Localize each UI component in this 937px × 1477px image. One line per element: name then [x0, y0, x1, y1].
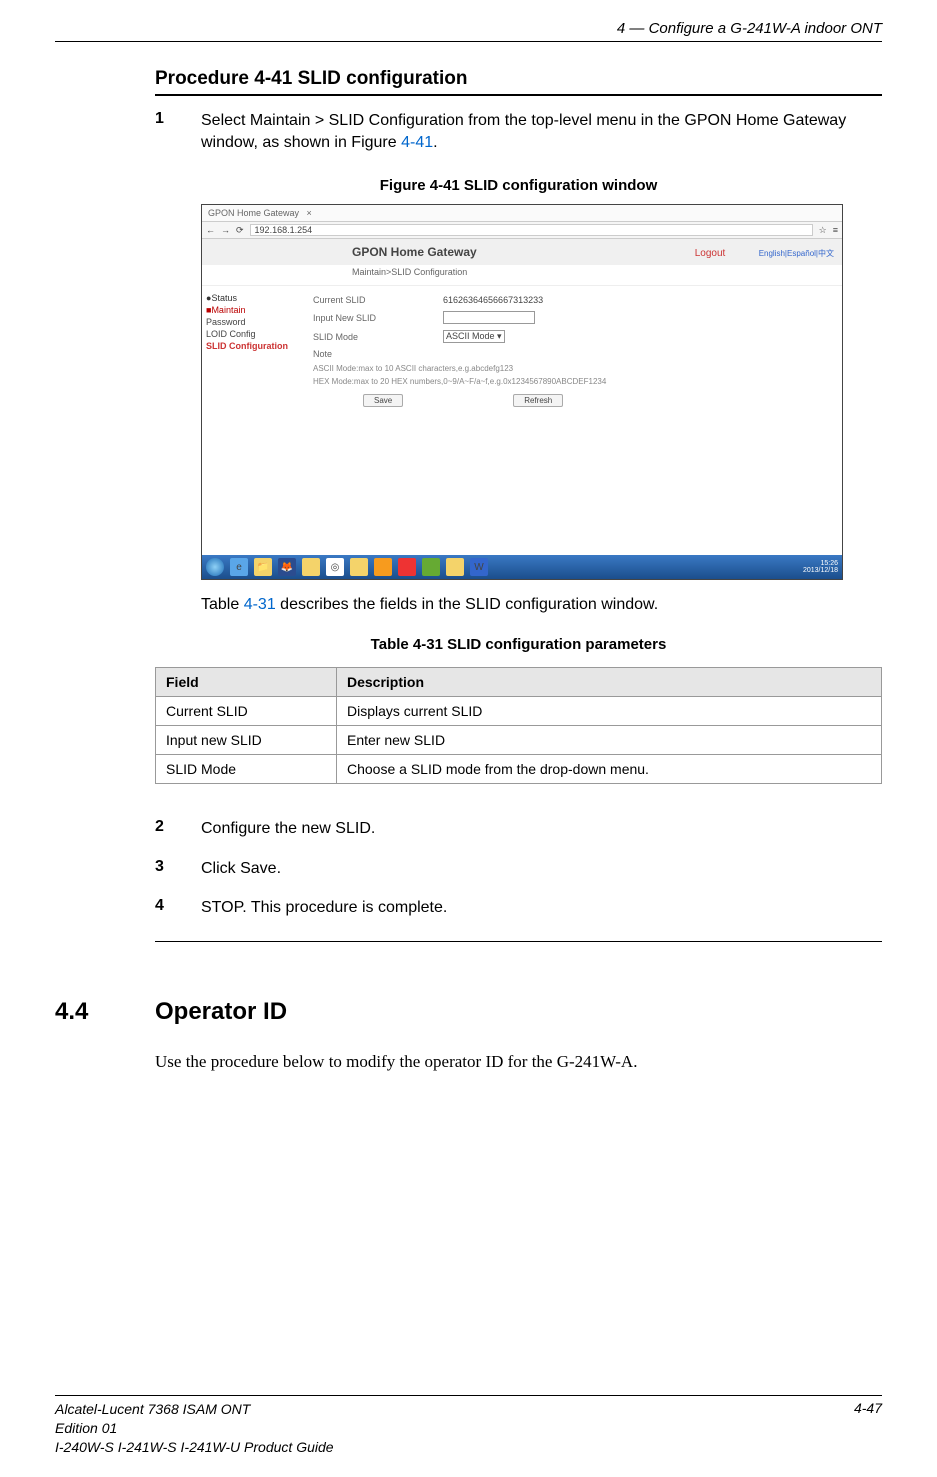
note-label: Note — [313, 349, 443, 359]
table-row: Input new SLID Enter new SLID — [156, 726, 882, 755]
app-banner: GPON Home Gateway Logout English|Español… — [202, 239, 842, 265]
start-icon[interactable] — [206, 558, 224, 576]
slid-mode-label: SLID Mode — [313, 332, 443, 342]
section-title: Operator ID — [155, 998, 287, 1026]
sidebar-item-maintain[interactable]: ■Maintain — [206, 304, 301, 316]
header-rule — [55, 41, 882, 42]
main-panel: Current SLID 61626364656667313233 Input … — [305, 286, 842, 415]
taskbar: e 📁 🦊 ◎ W 15:26 2013/12/18 — [202, 555, 842, 579]
post-figure-text: Table 4-31 describes the fields in the S… — [201, 596, 882, 614]
step-number: 1 — [155, 110, 201, 153]
tab-title: GPON Home Gateway — [208, 208, 299, 218]
chrome-icon[interactable]: ◎ — [326, 558, 344, 576]
app-icon-2[interactable] — [350, 558, 368, 576]
app-icon-6[interactable] — [446, 558, 464, 576]
cell-field: Input new SLID — [156, 726, 337, 755]
save-button-screenshot[interactable]: Save — [363, 394, 403, 407]
nav-back-icon[interactable]: ← — [206, 225, 215, 235]
sidebar-item-password[interactable]: Password — [206, 316, 301, 328]
language-links[interactable]: English|Español|中文 — [759, 249, 834, 258]
app-icon-5[interactable] — [422, 558, 440, 576]
figure-caption: Figure 4-41 SLID configuration window — [155, 177, 882, 194]
step-4: 4 STOP. This procedure is complete. — [155, 897, 882, 919]
table-link[interactable]: 4-31 — [244, 596, 276, 613]
step-number: 4 — [155, 897, 201, 919]
sidebar-item-slid[interactable]: SLID Configuration — [206, 340, 301, 352]
page-number: 4-47 — [854, 1400, 882, 1457]
input-slid-label: Input New SLID — [313, 313, 443, 323]
parameters-table: Field Description Current SLID Displays … — [155, 667, 882, 784]
note-hex: HEX Mode:max to 20 HEX numbers,0~9/A~F/a… — [313, 375, 834, 388]
cell-field: SLID Mode — [156, 755, 337, 784]
browser-address-bar: ← → ⟳ 192.168.1.254 ☆ ≡ — [202, 222, 842, 239]
page-header-right: 4 — Configure a G-241W-A indoor ONT — [55, 20, 882, 41]
firefox-icon[interactable]: 🦊 — [278, 558, 296, 576]
sidebar-item-loid[interactable]: LOID Config — [206, 328, 301, 340]
star-icon[interactable]: ☆ — [819, 225, 827, 236]
slid-mode-select[interactable]: ASCII Mode ▾ — [443, 330, 505, 343]
section-heading: 4.4 Operator ID — [55, 998, 882, 1026]
reload-icon[interactable]: ⟳ — [236, 225, 244, 236]
procedure-rule — [155, 94, 882, 96]
input-slid-field[interactable] — [443, 311, 535, 324]
table-row: SLID Mode Choose a SLID mode from the dr… — [156, 755, 882, 784]
sidebar: ●Status ■Maintain Password LOID Config S… — [202, 286, 305, 415]
cell-field: Current SLID — [156, 697, 337, 726]
table-caption: Table 4-31 SLID configuration parameters — [155, 636, 882, 653]
note-ascii: ASCII Mode:max to 10 ASCII characters,e.… — [313, 362, 834, 375]
refresh-button-screenshot[interactable]: Refresh — [513, 394, 563, 407]
table-row: Current SLID Displays current SLID — [156, 697, 882, 726]
step-2: 2 Configure the new SLID. — [155, 818, 882, 840]
procedure-end-rule — [155, 941, 882, 942]
step-1: 1 Select Maintain > SLID Configuration f… — [155, 110, 882, 153]
footer-line-2: Edition 01 — [55, 1419, 334, 1438]
figure-link[interactable]: 4-41 — [401, 134, 433, 151]
cell-desc: Choose a SLID mode from the drop-down me… — [337, 755, 882, 784]
current-slid-label: Current SLID — [313, 295, 443, 305]
app-icon-1[interactable] — [302, 558, 320, 576]
breadcrumb: Maintain>SLID Configuration — [202, 265, 842, 286]
logout-link[interactable]: Logout — [695, 248, 726, 259]
browser-tab: GPON Home Gateway × — [202, 205, 842, 222]
step-body: Configure the new SLID. — [201, 818, 882, 840]
figure-screenshot: GPON Home Gateway × ← → ⟳ 192.168.1.254 … — [201, 204, 843, 580]
word-icon[interactable]: W — [470, 558, 488, 576]
page-footer: Alcatel-Lucent 7368 ISAM ONT Edition 01 … — [55, 1395, 882, 1457]
current-slid-value: 61626364656667313233 — [443, 295, 543, 305]
step-body: STOP. This procedure is complete. — [201, 897, 882, 919]
explorer-icon[interactable]: 📁 — [254, 558, 272, 576]
step-number: 2 — [155, 818, 201, 840]
app-icon-4[interactable] — [398, 558, 416, 576]
step-1-text-a: Select Maintain > SLID Configuration fro… — [201, 112, 846, 151]
app-icon-3[interactable] — [374, 558, 392, 576]
procedure-title: Procedure 4-41 SLID configuration — [155, 68, 882, 90]
step-body: Click Save. — [201, 858, 882, 880]
footer-line-3: I-240W-S I-241W-S I-241W-U Product Guide — [55, 1438, 334, 1457]
banner-title: GPON Home Gateway — [352, 245, 477, 259]
ie-icon[interactable]: e — [230, 558, 248, 576]
step-1-text-b: . — [433, 134, 437, 151]
step-number: 3 — [155, 858, 201, 880]
taskbar-clock: 15:26 2013/12/18 — [803, 560, 838, 575]
step-3: 3 Click Save. — [155, 858, 882, 880]
th-description: Description — [337, 668, 882, 697]
cell-desc: Enter new SLID — [337, 726, 882, 755]
nav-forward-icon[interactable]: → — [221, 225, 230, 235]
cell-desc: Displays current SLID — [337, 697, 882, 726]
section-number: 4.4 — [55, 998, 155, 1026]
th-field: Field — [156, 668, 337, 697]
section-body: Use the procedure below to modify the op… — [155, 1052, 882, 1072]
footer-line-1: Alcatel-Lucent 7368 ISAM ONT — [55, 1400, 334, 1419]
url-field[interactable]: 192.168.1.254 — [250, 224, 813, 236]
sidebar-item-status[interactable]: ●Status — [206, 292, 301, 304]
step-body: Select Maintain > SLID Configuration fro… — [201, 110, 882, 153]
menu-icon[interactable]: ≡ — [833, 225, 838, 235]
